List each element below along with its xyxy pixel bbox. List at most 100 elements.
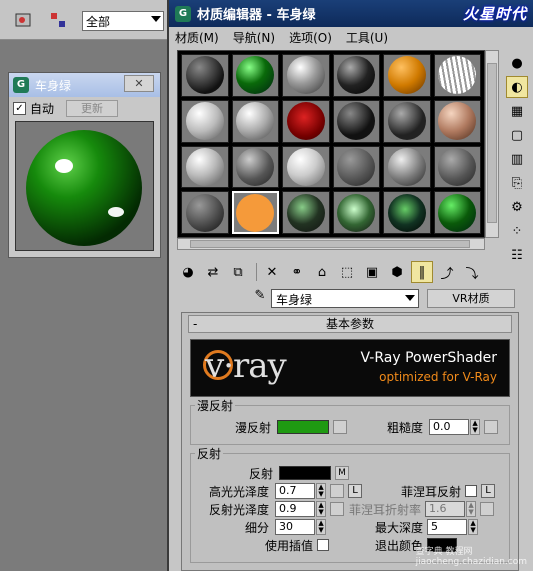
sample-slot[interactable] [332,145,380,189]
sample-slot[interactable] [282,99,330,143]
reset-map-icon[interactable]: ✕ [261,261,283,283]
sample-slot[interactable] [433,99,481,143]
fresnel-label: 菲涅耳反射 [401,484,462,499]
uv-tiling-icon[interactable]: ▢ [506,124,528,146]
auto-checkbox[interactable]: ✓ [13,101,26,115]
material-editor-titlebar[interactable]: G 材质编辑器 - 车身绿 火星时代 [169,0,533,27]
hilight-gloss-input[interactable]: 0.7 [275,483,316,499]
background-icon[interactable]: ▦ [506,100,528,122]
make-unique-icon[interactable]: ⚭ [286,261,308,283]
sample-slot[interactable] [181,191,229,234]
parameters-panel: - 基本参数 v·ray V-Ray PowerShader optimized… [181,312,519,571]
sample-slot-selected[interactable] [231,191,279,234]
sample-slot[interactable] [383,54,431,97]
sample-slot[interactable] [231,99,279,143]
divider [256,263,257,281]
put-to-scene-icon[interactable]: ⇄ [202,261,224,283]
sample-slot[interactable] [181,145,229,189]
sample-slot[interactable] [433,54,481,97]
max-depth-input[interactable]: 5 [427,519,468,535]
sample-type-icon[interactable]: ● [506,52,528,74]
subdivs-spinner[interactable]: ▲ ▼ [316,519,327,535]
fresnel-checkbox[interactable] [465,485,478,497]
material-type-button[interactable]: VR材质 [427,288,515,308]
video-check-icon[interactable]: ▥ [506,148,528,170]
vray-logo: v·ray [205,346,287,386]
sample-slot[interactable] [383,191,431,234]
subdivs-input[interactable]: 30 [275,519,316,535]
fresnel-ior-spinner[interactable]: ▲ ▼ [466,501,477,517]
select-filter-icon[interactable] [14,10,34,30]
menu-material[interactable]: 材质(M) [175,29,219,46]
render-window-titlebar[interactable]: G 车身绿 ✕ [9,73,160,97]
sample-slot[interactable] [282,145,330,189]
show-end-result-icon[interactable]: ⬢ [386,261,408,283]
close-button[interactable]: ✕ [124,75,154,92]
menu-navigation[interactable]: 导航(N) [233,29,275,46]
get-material-icon[interactable]: ◕ [177,261,199,283]
max-depth-spinner[interactable]: ▲ ▼ [468,519,479,535]
menu-options[interactable]: 选项(O) [289,29,332,46]
sample-slot[interactable] [282,54,330,97]
scroll-thumb[interactable] [487,63,497,223]
sample-slot[interactable] [433,191,481,234]
diffuse-color-swatch[interactable] [277,420,330,434]
slots-vertical-scrollbar[interactable] [485,50,499,238]
sample-slot[interactable] [231,54,279,97]
material-effects-channel-icon[interactable]: ⬚ [336,261,358,283]
assign-to-selection-icon[interactable]: ⧉ [227,261,249,283]
slots-horizontal-scrollbar[interactable] [177,238,485,250]
sample-slot[interactable] [332,191,380,234]
hilight-gloss-spinner[interactable]: ▲ ▼ [316,483,327,499]
hilight-lock-button[interactable]: L [348,484,363,498]
refl-gloss-spinner[interactable]: ▲ ▼ [316,501,327,517]
max-depth-label: 最大深度 [375,520,424,535]
refl-gloss-map-button[interactable] [330,502,345,516]
go-to-parent-icon[interactable]: ‖ [411,261,433,283]
material-preview-sphere [26,130,142,246]
selection-filter-dropdown[interactable]: 全部 [82,11,164,31]
menu-tools[interactable]: 工具(U) [346,29,388,46]
named-selection-icon[interactable] [48,10,68,30]
sample-slot[interactable] [181,99,229,143]
diffuse-map-button[interactable] [333,420,348,434]
roughness-input[interactable]: 0.0 [429,419,470,435]
options-icon[interactable]: ⚙ [506,196,528,218]
sample-slots-grid [177,50,485,238]
roughness-spinner[interactable]: ▲ ▼ [470,419,481,435]
refl-gloss-label: 反射光泽度 [209,502,270,517]
sample-slot[interactable] [181,54,229,97]
material-name-bar: ✎ 车身绿 VR材质 [249,288,515,308]
sample-slot[interactable] [383,99,431,143]
sample-slot[interactable] [332,99,380,143]
reflect-color-swatch[interactable] [279,466,332,480]
sample-slot[interactable] [231,145,279,189]
reflect-map-button[interactable]: M [335,466,350,480]
update-button[interactable]: 更新 [66,99,119,117]
select-by-material-icon[interactable]: ⁘ [506,220,528,242]
backlight-icon[interactable]: ◐ [506,76,528,98]
sample-slot[interactable] [383,145,431,189]
reflect-label: 反射 [249,466,274,481]
show-map-in-viewport-icon[interactable]: ▣ [361,261,383,283]
hilight-gloss-map-button[interactable] [330,484,345,498]
sample-slot[interactable] [332,54,380,97]
sample-slot[interactable] [433,145,481,189]
rollout-basic-params[interactable]: - 基本参数 [188,315,512,333]
make-preview-icon[interactable]: ⎘ [506,172,528,194]
watermark-text: 查字典 教程网 jiaocheng.chazidian.com [416,544,527,567]
fresnel-lock-button[interactable]: L [481,484,496,498]
fresnel-ior-map-button[interactable] [480,502,495,516]
eyedropper-icon[interactable]: ✎ [249,288,271,308]
material-name-dropdown[interactable]: 车身绿 [271,288,419,308]
refl-gloss-input[interactable]: 0.9 [275,501,316,517]
fresnel-ior-input[interactable]: 1.6 [425,501,466,517]
use-interp-checkbox[interactable] [317,539,330,551]
sample-slot[interactable] [282,191,330,234]
put-to-library-icon[interactable]: ⌂ [311,261,333,283]
pick-material-icon[interactable]: ⤵ [461,261,483,283]
go-forward-sibling-icon[interactable]: ⤴ [436,261,458,283]
roughness-map-button[interactable] [484,420,499,434]
scroll-thumb[interactable] [190,240,470,248]
collapse-icon: - [193,317,198,331]
